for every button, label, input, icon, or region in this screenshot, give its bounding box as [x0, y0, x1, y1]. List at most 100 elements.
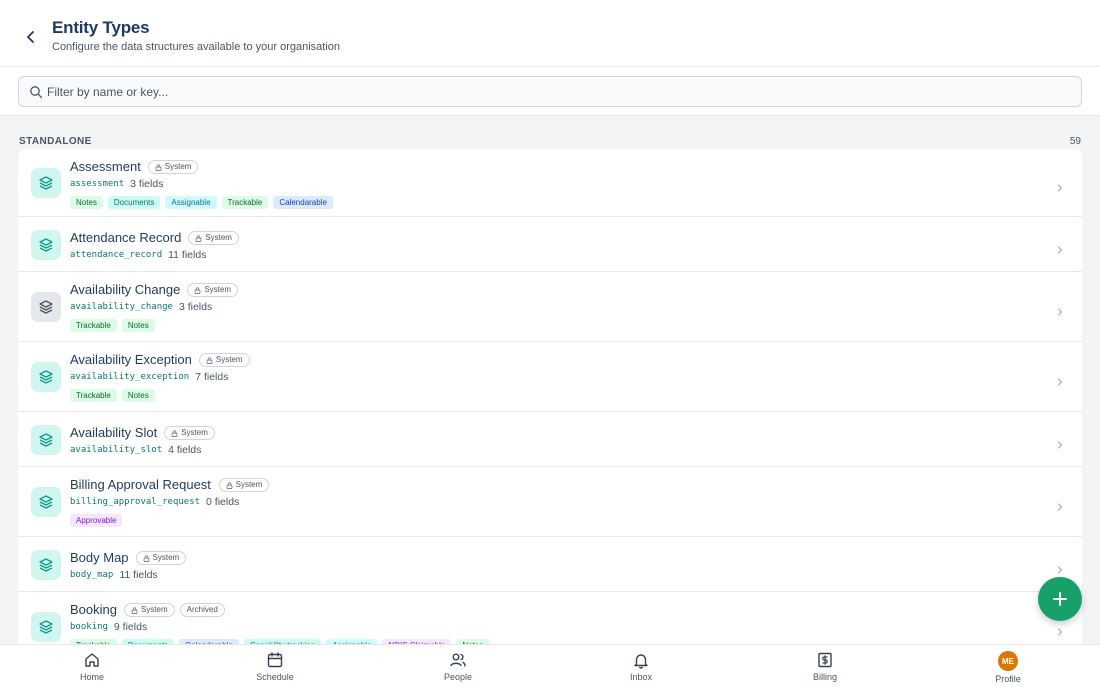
- page-subtitle: Configure the data structures available …: [52, 41, 341, 53]
- capability-tag: Calendarable: [273, 196, 333, 209]
- field-count: 3 fields: [178, 301, 213, 313]
- field-count: 0 fields: [206, 496, 240, 508]
- nav-home[interactable]: Home: [42, 645, 142, 687]
- layers-icon: [31, 292, 61, 322]
- nav-label: Inbox: [629, 672, 653, 682]
- field-count: 9 fields: [113, 621, 148, 633]
- entity-key: billing_approval_request: [70, 497, 201, 507]
- chevron-right-icon: [1056, 303, 1064, 316]
- entity-name: Billing Approval Request: [70, 477, 211, 492]
- entity-row-availability-exception[interactable]: Availability Exception System availability…: [18, 342, 1082, 412]
- lock-icon: [171, 429, 178, 437]
- avatar: ME: [998, 651, 1018, 671]
- entity-row-availability-change[interactable]: Availability Change System availability_ch…: [18, 272, 1082, 342]
- billing-icon: [816, 651, 834, 669]
- nav-profile[interactable]: ME Profile: [958, 645, 1058, 687]
- field-count: 11 fields: [168, 249, 207, 261]
- entity-row-billing-approval-request[interactable]: Billing Approval Request System billing_ap…: [18, 467, 1082, 537]
- system-badge: System: [123, 603, 175, 617]
- lock-icon: [226, 481, 233, 489]
- entity-name: Body Map: [70, 550, 129, 565]
- page-title: Entity Types: [52, 18, 150, 37]
- lock-icon: [143, 554, 150, 562]
- field-count: 11 fields: [119, 569, 158, 581]
- nav-schedule[interactable]: Schedule: [225, 645, 325, 687]
- badge-label: System: [235, 480, 263, 489]
- layers-icon: [31, 424, 61, 455]
- nav-label: Home: [79, 672, 104, 682]
- back-button[interactable]: [20, 26, 42, 48]
- entity-name: Assessment: [70, 159, 141, 174]
- system-badge: System: [135, 551, 187, 565]
- field-count: 3 fields: [130, 178, 164, 190]
- nav-inbox[interactable]: Inbox: [591, 645, 691, 687]
- badge-label: System: [140, 605, 168, 614]
- capability-tag: Notes: [70, 196, 103, 209]
- entity-name: Attendance Record: [70, 230, 182, 245]
- page-header: Entity Types Configure the data structur…: [0, 0, 1100, 67]
- capability-tag: Assignable: [165, 196, 217, 209]
- lock-icon: [195, 234, 202, 242]
- lock-icon: [206, 356, 213, 364]
- system-badge: System: [218, 478, 270, 492]
- chevron-right-icon: [1056, 179, 1064, 192]
- nav-label: Billing: [812, 672, 837, 682]
- badge-label: System: [215, 355, 243, 364]
- entity-name: Booking: [70, 602, 117, 617]
- chevron-right-icon: [1056, 241, 1064, 253]
- capability-tags: Approvable: [70, 514, 123, 527]
- entity-name: Availability Slot: [70, 425, 158, 440]
- capability-tag: Trackable: [221, 196, 269, 209]
- entity-key: booking: [70, 622, 108, 632]
- chevron-right-icon: [1056, 498, 1064, 511]
- capability-tags: Notes Documents Assignable Trackable Calenda…: [70, 196, 333, 209]
- nav-people[interactable]: People: [408, 645, 508, 687]
- entity-key: availability_change: [70, 302, 173, 312]
- entity-key: availability_exception: [70, 372, 190, 382]
- section-count: 59: [1069, 136, 1081, 147]
- layers-icon: [31, 487, 61, 517]
- capability-tags: Trackable Notes: [70, 389, 155, 402]
- system-badge: System: [147, 160, 199, 174]
- entity-row-booking[interactable]: BookingSystemArchivedbooking9 fieldsTrac…: [18, 592, 1082, 644]
- system-badge: System: [187, 283, 238, 297]
- search-icon: [30, 86, 43, 99]
- search-bar: [0, 67, 1100, 116]
- entity-row-body-map[interactable]: Body Map System body_map 11 fields: [18, 537, 1082, 592]
- bottom-nav: Home Schedule People Inbox Billing ME Profile: [0, 644, 1100, 687]
- entity-key: assessment: [70, 179, 125, 189]
- search-box[interactable]: [18, 76, 1082, 107]
- badge-label: System: [152, 553, 180, 562]
- capability-tag: Trackable: [70, 389, 117, 402]
- entity-row-attendance-record[interactable]: Attendance Record System attendance_record…: [18, 217, 1082, 272]
- add-entity-type-button[interactable]: [1038, 577, 1082, 621]
- entity-key: availability_slot: [70, 445, 163, 455]
- badge-label: System: [181, 428, 208, 437]
- lock-icon: [155, 163, 162, 171]
- entity-row-assessment[interactable]: Assessment System assessment 3 fields Notes D…: [18, 149, 1082, 217]
- nav-label: Schedule: [256, 672, 294, 682]
- entity-row-availability-slot[interactable]: Availability Slot System availability_slot…: [18, 412, 1082, 467]
- bell-icon: [632, 651, 650, 669]
- capability-tag: Approvable: [70, 514, 123, 527]
- layers-icon: [31, 168, 61, 198]
- plus-icon: [1053, 592, 1067, 606]
- badge-label: Archived: [186, 605, 218, 614]
- lock-icon: [194, 286, 201, 294]
- capability-tag: Trackable: [70, 319, 117, 332]
- badge-label: System: [164, 162, 192, 171]
- badge-label: System: [205, 233, 232, 242]
- nav-billing[interactable]: Billing: [775, 645, 875, 687]
- search-input[interactable]: [47, 77, 1067, 106]
- entity-name: Availability Change: [70, 282, 181, 297]
- field-count: 4 fields: [168, 444, 202, 456]
- field-count: 7 fields: [195, 371, 229, 383]
- chevron-right-icon: [1056, 623, 1064, 636]
- home-icon: [83, 651, 101, 669]
- capability-tag: Notes: [121, 389, 155, 402]
- chevron-right-icon: [1056, 561, 1064, 573]
- chevron-right-icon: [1056, 373, 1064, 386]
- system-badge: System: [198, 353, 250, 367]
- system-badge: System: [164, 426, 215, 440]
- system-badge: System: [188, 231, 239, 245]
